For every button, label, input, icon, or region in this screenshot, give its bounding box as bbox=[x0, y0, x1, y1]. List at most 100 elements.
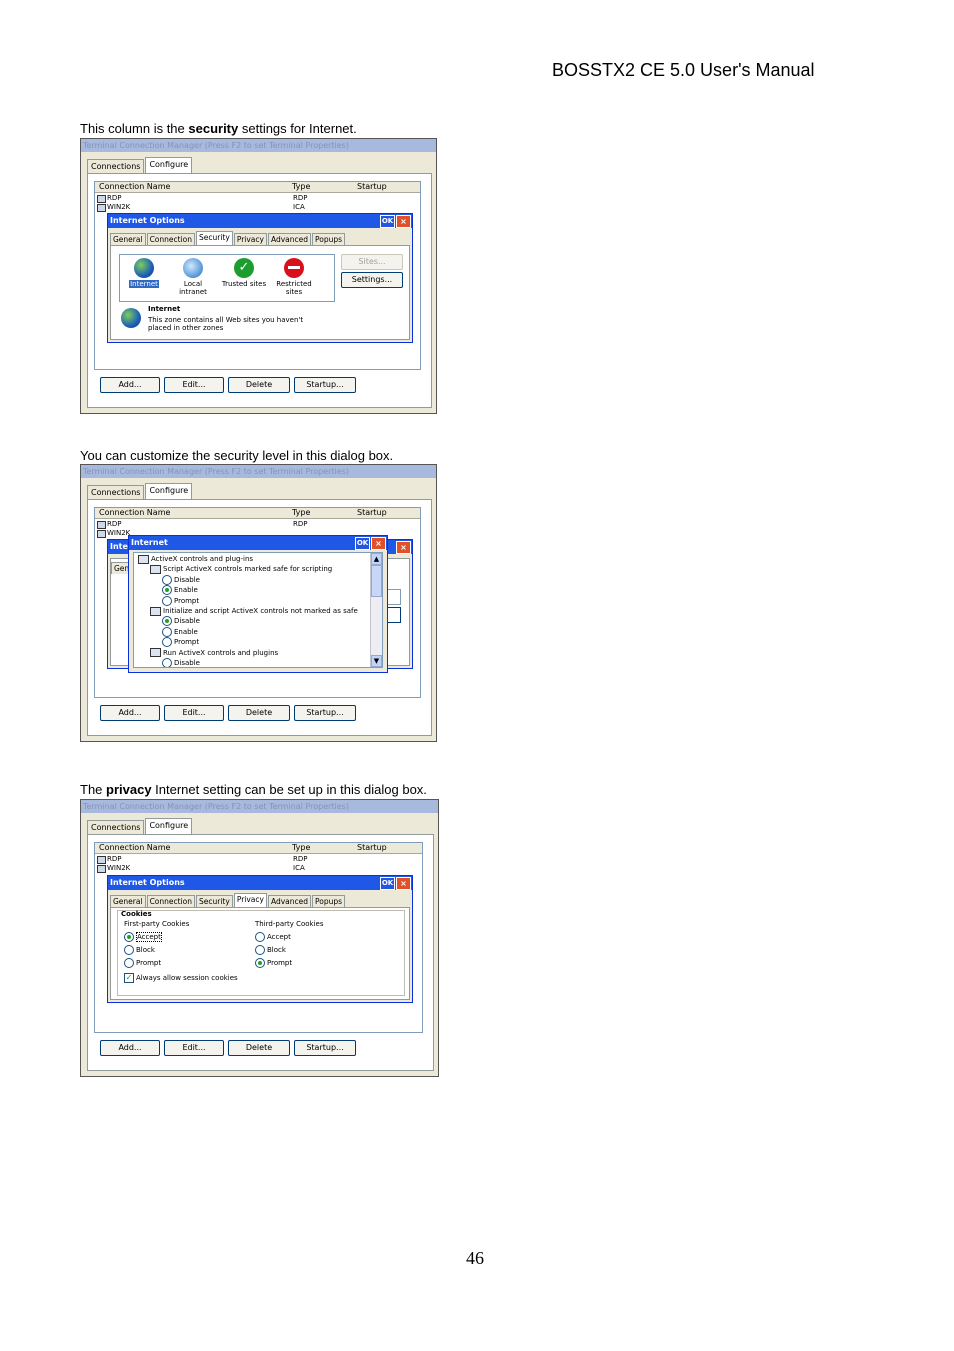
table-row[interactable]: WIN2K ICA bbox=[95, 863, 422, 873]
zone-title: Internet bbox=[148, 305, 181, 313]
tree-radio-option[interactable]: Disable bbox=[162, 574, 200, 585]
col-startup[interactable]: Startup bbox=[357, 182, 387, 192]
edit-button[interactable]: Edit... bbox=[164, 377, 224, 393]
tree-group: Run ActiveX controls and plugins bbox=[150, 648, 278, 658]
edit-button[interactable]: Edit... bbox=[164, 705, 224, 721]
setting-folder-icon bbox=[150, 564, 161, 574]
zone-restricted-sites[interactable]: Restricted sites bbox=[270, 258, 318, 296]
third-party-prompt[interactable]: Prompt bbox=[255, 958, 292, 968]
intranet-icon bbox=[183, 258, 203, 278]
globe-icon bbox=[121, 308, 141, 328]
dialog-title: Internet Options bbox=[108, 214, 412, 228]
startup-button[interactable]: Startup... bbox=[294, 705, 356, 721]
tab-connections[interactable]: Connections bbox=[87, 485, 145, 499]
radio-icon bbox=[162, 616, 172, 627]
tab-advanced[interactable]: Advanced bbox=[267, 233, 312, 245]
tree-radio-option[interactable]: Prompt bbox=[162, 595, 199, 606]
col-startup[interactable]: Startup bbox=[357, 843, 387, 853]
tree-radio-option[interactable]: Prompt bbox=[162, 637, 199, 648]
first-party-accept[interactable]: Accept bbox=[124, 932, 162, 942]
scroll-down-icon[interactable]: ▼ bbox=[371, 655, 382, 667]
tab-popups[interactable]: Popups bbox=[312, 233, 346, 245]
delete-button[interactable]: Delete bbox=[228, 1040, 290, 1056]
manual-title: BOSSTX2 CE 5.0 User's Manual bbox=[552, 60, 815, 80]
tab-advanced[interactable]: Advanced bbox=[267, 895, 312, 907]
col-connection-name[interactable]: Connection Name bbox=[99, 508, 170, 518]
tree-radio-option[interactable]: Enable bbox=[162, 626, 198, 637]
ok-button[interactable]: OK bbox=[355, 537, 370, 550]
radio-icon bbox=[162, 626, 172, 637]
settings-button[interactable]: Settings... bbox=[341, 272, 403, 288]
tab-connection[interactable]: Connection bbox=[146, 895, 195, 907]
tab-connection[interactable]: Connection bbox=[146, 233, 195, 245]
zone-trusted-sites[interactable]: ✓ Trusted sites bbox=[218, 258, 270, 288]
no-entry-icon bbox=[284, 258, 304, 278]
third-party-block[interactable]: Block bbox=[255, 945, 286, 955]
cookies-group-label: Cookies bbox=[121, 910, 152, 918]
col-type[interactable]: Type bbox=[292, 182, 310, 192]
col-startup[interactable]: Startup bbox=[357, 508, 387, 518]
tab-configure[interactable]: Configure bbox=[145, 157, 193, 173]
sites-button[interactable]: Sites... bbox=[341, 254, 403, 270]
connection-icon bbox=[97, 204, 106, 212]
radio-icon bbox=[162, 574, 172, 585]
col-type[interactable]: Type bbox=[292, 843, 310, 853]
scrollbar[interactable]: ▲ ▼ bbox=[370, 553, 382, 667]
ok-button[interactable]: OK bbox=[380, 215, 395, 228]
tree-radio-option[interactable]: Disable bbox=[162, 658, 200, 667]
col-type[interactable]: Type bbox=[292, 508, 310, 518]
tab-privacy[interactable]: Privacy bbox=[233, 893, 267, 907]
tab-general[interactable]: General bbox=[110, 233, 146, 245]
tab-connections[interactable]: Connections bbox=[87, 159, 145, 173]
delete-button[interactable]: Delete bbox=[228, 377, 290, 393]
internet-options-dialog: Internet Options OK × General Connection… bbox=[107, 875, 413, 1003]
ok-button[interactable]: OK bbox=[380, 877, 395, 890]
list-header: Connection Name Type Startup bbox=[95, 843, 422, 854]
screenshot-security-settings: Terminal Connection Manager (Press F2 to… bbox=[80, 464, 437, 742]
tree-radio-option[interactable]: Disable bbox=[162, 616, 200, 627]
check-icon: ✓ bbox=[234, 258, 254, 278]
startup-button[interactable]: Startup... bbox=[294, 377, 356, 393]
delete-button[interactable]: Delete bbox=[228, 705, 290, 721]
add-button[interactable]: Add... bbox=[100, 377, 160, 393]
zone-list: Internet Local intranet ✓ Trusted sites … bbox=[119, 254, 335, 302]
checkmark-icon: ✓ bbox=[124, 973, 134, 983]
tree-radio-option[interactable]: Enable bbox=[162, 585, 198, 596]
tree-group: Script ActiveX controls marked safe for … bbox=[150, 564, 332, 574]
tab-security[interactable]: Security bbox=[196, 895, 233, 907]
third-party-accept[interactable]: Accept bbox=[255, 932, 291, 942]
setting-folder-icon bbox=[138, 554, 149, 564]
tree-group: ActiveX controls and plug-ins bbox=[138, 554, 253, 564]
internet-options-dialog: Internet Options OK × General Connection… bbox=[107, 213, 413, 343]
scroll-thumb[interactable] bbox=[371, 565, 382, 597]
tab-general[interactable]: General bbox=[110, 895, 146, 907]
edit-button[interactable]: Edit... bbox=[164, 1040, 224, 1056]
close-icon[interactable]: × bbox=[396, 215, 411, 228]
startup-button[interactable]: Startup... bbox=[294, 1040, 356, 1056]
tab-popups[interactable]: Popups bbox=[312, 895, 346, 907]
table-row[interactable]: WIN2K ICA bbox=[95, 202, 420, 212]
dialog-title: Internet bbox=[129, 536, 387, 550]
radio-icon bbox=[162, 658, 172, 667]
col-connection-name[interactable]: Connection Name bbox=[99, 182, 170, 192]
tab-security[interactable]: Security bbox=[196, 231, 233, 245]
col-connection-name[interactable]: Connection Name bbox=[99, 843, 170, 853]
tab-configure[interactable]: Configure bbox=[145, 818, 193, 834]
cookies-group: Cookies First-party Cookies Third-party … bbox=[117, 910, 405, 996]
close-icon[interactable]: × bbox=[371, 537, 386, 550]
screenshot-security: Terminal Connection Manager (Press F2 to… bbox=[80, 138, 437, 414]
tab-configure[interactable]: Configure bbox=[145, 483, 193, 499]
first-party-prompt[interactable]: Prompt bbox=[124, 958, 161, 968]
add-button[interactable]: Add... bbox=[100, 1040, 160, 1056]
zone-local-intranet[interactable]: Local intranet bbox=[174, 258, 212, 296]
close-icon[interactable]: × bbox=[396, 541, 411, 554]
add-button[interactable]: Add... bbox=[100, 705, 160, 721]
tab-connections[interactable]: Connections bbox=[87, 820, 145, 834]
first-party-block[interactable]: Block bbox=[124, 945, 155, 955]
scroll-up-icon[interactable]: ▲ bbox=[371, 553, 382, 565]
zone-internet[interactable]: Internet bbox=[126, 258, 162, 288]
close-icon[interactable]: × bbox=[396, 877, 411, 890]
session-cookies-checkbox[interactable]: ✓ Always allow session cookies bbox=[124, 973, 238, 983]
tab-privacy[interactable]: Privacy bbox=[233, 233, 267, 245]
first-party-label: First-party Cookies bbox=[124, 920, 190, 928]
